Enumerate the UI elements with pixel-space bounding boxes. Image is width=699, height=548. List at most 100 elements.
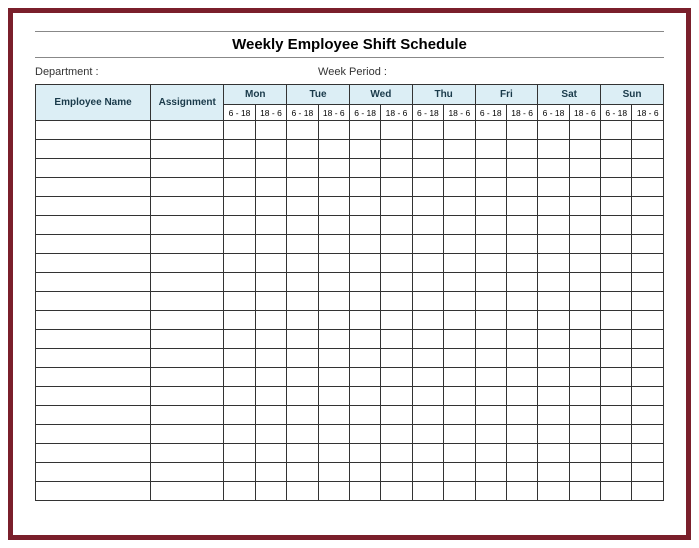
cell[interactable] xyxy=(569,254,600,273)
cell[interactable] xyxy=(349,368,380,387)
cell[interactable] xyxy=(255,273,286,292)
cell[interactable] xyxy=(318,254,349,273)
cell[interactable] xyxy=(506,463,537,482)
cell[interactable] xyxy=(381,197,412,216)
cell[interactable] xyxy=(349,197,380,216)
cell[interactable] xyxy=(506,406,537,425)
cell[interactable] xyxy=(381,482,412,501)
cell[interactable] xyxy=(151,216,224,235)
cell[interactable] xyxy=(36,216,151,235)
cell[interactable] xyxy=(475,349,506,368)
cell[interactable] xyxy=(538,482,569,501)
cell[interactable] xyxy=(538,444,569,463)
cell[interactable] xyxy=(287,425,318,444)
cell[interactable] xyxy=(151,178,224,197)
cell[interactable] xyxy=(632,406,664,425)
cell[interactable] xyxy=(287,387,318,406)
cell[interactable] xyxy=(224,349,255,368)
cell[interactable] xyxy=(538,273,569,292)
cell[interactable] xyxy=(36,482,151,501)
cell[interactable] xyxy=(506,311,537,330)
cell[interactable] xyxy=(632,330,664,349)
cell[interactable] xyxy=(287,140,318,159)
cell[interactable] xyxy=(412,406,443,425)
cell[interactable] xyxy=(601,216,632,235)
cell[interactable] xyxy=(224,311,255,330)
cell[interactable] xyxy=(151,463,224,482)
cell[interactable] xyxy=(412,235,443,254)
cell[interactable] xyxy=(444,444,475,463)
cell[interactable] xyxy=(601,178,632,197)
cell[interactable] xyxy=(36,292,151,311)
cell[interactable] xyxy=(318,425,349,444)
cell[interactable] xyxy=(569,292,600,311)
cell[interactable] xyxy=(381,235,412,254)
cell[interactable] xyxy=(506,330,537,349)
cell[interactable] xyxy=(381,349,412,368)
cell[interactable] xyxy=(569,197,600,216)
cell[interactable] xyxy=(151,444,224,463)
cell[interactable] xyxy=(287,368,318,387)
cell[interactable] xyxy=(475,444,506,463)
cell[interactable] xyxy=(538,254,569,273)
cell[interactable] xyxy=(412,349,443,368)
cell[interactable] xyxy=(632,387,664,406)
cell[interactable] xyxy=(412,330,443,349)
cell[interactable] xyxy=(36,273,151,292)
cell[interactable] xyxy=(287,311,318,330)
cell[interactable] xyxy=(444,235,475,254)
cell[interactable] xyxy=(538,387,569,406)
cell[interactable] xyxy=(538,216,569,235)
cell[interactable] xyxy=(255,463,286,482)
cell[interactable] xyxy=(318,406,349,425)
cell[interactable] xyxy=(601,463,632,482)
cell[interactable] xyxy=(318,235,349,254)
cell[interactable] xyxy=(444,387,475,406)
cell[interactable] xyxy=(318,273,349,292)
cell[interactable] xyxy=(569,425,600,444)
cell[interactable] xyxy=(569,482,600,501)
cell[interactable] xyxy=(36,254,151,273)
cell[interactable] xyxy=(255,311,286,330)
cell[interactable] xyxy=(538,140,569,159)
cell[interactable] xyxy=(506,254,537,273)
cell[interactable] xyxy=(36,178,151,197)
cell[interactable] xyxy=(287,444,318,463)
cell[interactable] xyxy=(255,482,286,501)
cell[interactable] xyxy=(601,406,632,425)
cell[interactable] xyxy=(538,368,569,387)
cell[interactable] xyxy=(632,159,664,178)
cell[interactable] xyxy=(538,463,569,482)
cell[interactable] xyxy=(349,387,380,406)
cell[interactable] xyxy=(349,444,380,463)
cell[interactable] xyxy=(36,311,151,330)
cell[interactable] xyxy=(224,254,255,273)
cell[interactable] xyxy=(318,330,349,349)
cell[interactable] xyxy=(569,178,600,197)
cell[interactable] xyxy=(601,387,632,406)
cell[interactable] xyxy=(412,178,443,197)
cell[interactable] xyxy=(224,178,255,197)
cell[interactable] xyxy=(506,159,537,178)
cell[interactable] xyxy=(632,235,664,254)
cell[interactable] xyxy=(601,273,632,292)
cell[interactable] xyxy=(444,368,475,387)
cell[interactable] xyxy=(151,330,224,349)
cell[interactable] xyxy=(412,197,443,216)
cell[interactable] xyxy=(381,254,412,273)
cell[interactable] xyxy=(601,349,632,368)
cell[interactable] xyxy=(506,425,537,444)
cell[interactable] xyxy=(381,425,412,444)
cell[interactable] xyxy=(632,463,664,482)
cell[interactable] xyxy=(287,406,318,425)
cell[interactable] xyxy=(412,292,443,311)
cell[interactable] xyxy=(475,216,506,235)
cell[interactable] xyxy=(151,482,224,501)
cell[interactable] xyxy=(287,178,318,197)
cell[interactable] xyxy=(349,216,380,235)
cell[interactable] xyxy=(601,368,632,387)
cell[interactable] xyxy=(224,444,255,463)
cell[interactable] xyxy=(287,197,318,216)
cell[interactable] xyxy=(36,140,151,159)
cell[interactable] xyxy=(318,387,349,406)
